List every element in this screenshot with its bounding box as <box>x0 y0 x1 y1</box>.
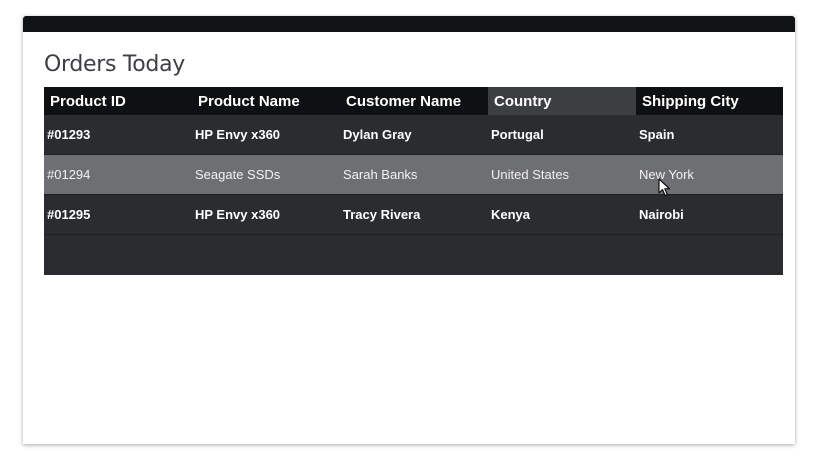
cell-product-name: HP Envy x360 <box>195 127 281 142</box>
column-header-product-name[interactable]: Product Name <box>192 87 340 115</box>
orders-card: Orders Today Product ID Product Name Cus… <box>23 16 795 444</box>
column-header-product-id[interactable]: Product ID <box>44 87 192 115</box>
cell-product-id: #01293 <box>47 127 91 142</box>
cell-shipping-city: Spain <box>639 127 675 142</box>
cell-customer-name: Dylan Gray <box>343 127 412 142</box>
orders-table: Product ID Product Name Customer Name Co… <box>44 87 783 275</box>
cell-product-name: HP Envy x360 <box>195 207 281 222</box>
card-title: Orders Today <box>44 52 186 77</box>
table-empty-row <box>44 235 783 275</box>
cell-product-name: Seagate SSDs <box>195 167 281 182</box>
cell-country: Portugal <box>491 127 544 142</box>
card-top-bar <box>23 16 795 32</box>
table-row[interactable]: #01293 HP Envy x360 Dylan Gray Portugal … <box>44 115 783 155</box>
table-row[interactable]: #01294 Seagate SSDs Sarah Banks United S… <box>44 155 783 195</box>
table-row[interactable]: #01295 HP Envy x360 Tracy Rivera Kenya N… <box>44 195 783 235</box>
column-header-customer-name[interactable]: Customer Name <box>340 87 488 115</box>
table-header-row: Product ID Product Name Customer Name Co… <box>44 87 783 115</box>
cell-customer-name: Sarah Banks <box>343 167 418 182</box>
cell-shipping-city: Nairobi <box>639 207 684 222</box>
cell-customer-name: Tracy Rivera <box>343 207 421 222</box>
mouse-pointer-icon <box>658 178 671 197</box>
column-header-country[interactable]: Country <box>488 87 636 115</box>
cell-country: Kenya <box>491 207 531 222</box>
column-header-shipping-city[interactable]: Shipping City <box>636 87 783 115</box>
cell-product-id: #01294 <box>47 167 91 182</box>
cell-country: United States <box>491 167 570 182</box>
cell-product-id: #01295 <box>47 207 91 222</box>
